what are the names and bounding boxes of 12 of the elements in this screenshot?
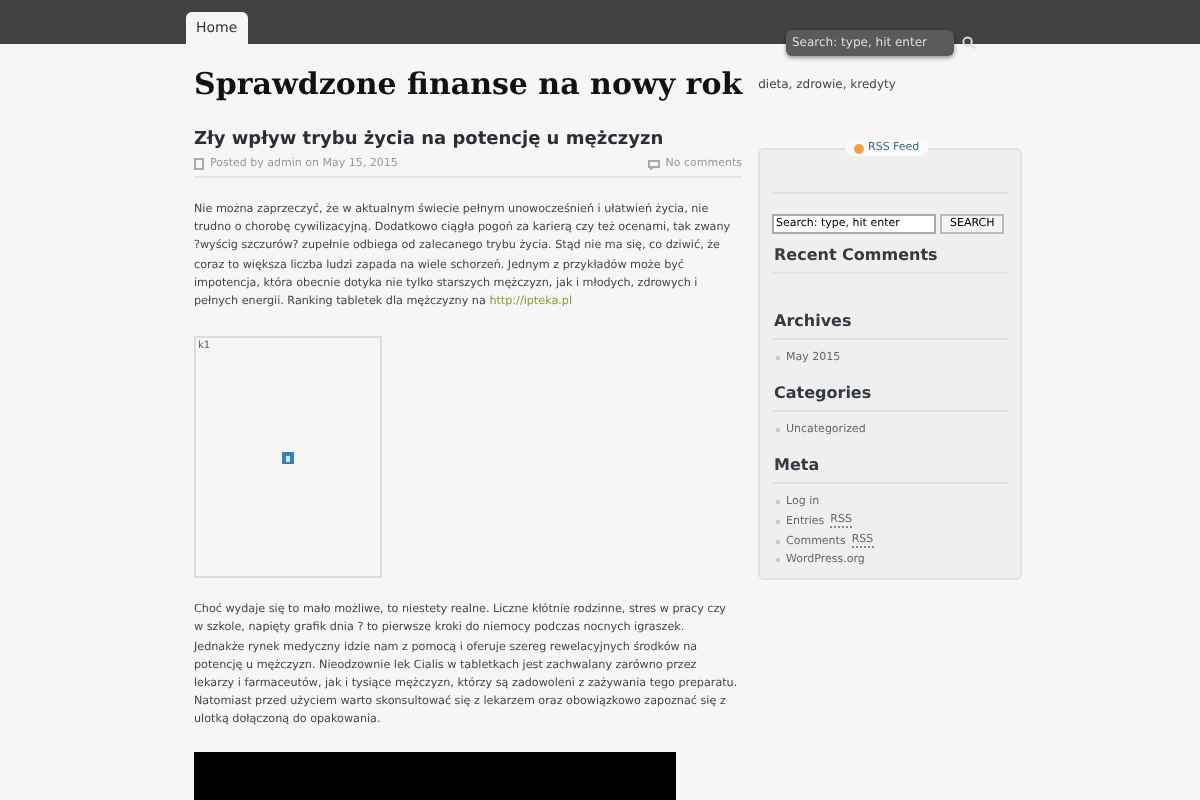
widget-title: Archives (772, 306, 1008, 340)
site-title[interactable]: Sprawdzone finanse na nowy rok (194, 66, 743, 102)
broken-image-icon (282, 451, 294, 464)
document-icon (194, 158, 204, 170)
widget-title: Categories (772, 378, 1008, 412)
widget-title: Meta (772, 450, 1008, 484)
comment-icon (647, 159, 660, 169)
post-title[interactable]: Zły wpływ trybu życia na potencję u mężczyzn (194, 130, 738, 150)
video-player[interactable] (194, 751, 676, 800)
search-icon[interactable] (962, 36, 976, 50)
rss-icon (854, 143, 864, 153)
widget-title: Recent Comments (772, 240, 1008, 274)
